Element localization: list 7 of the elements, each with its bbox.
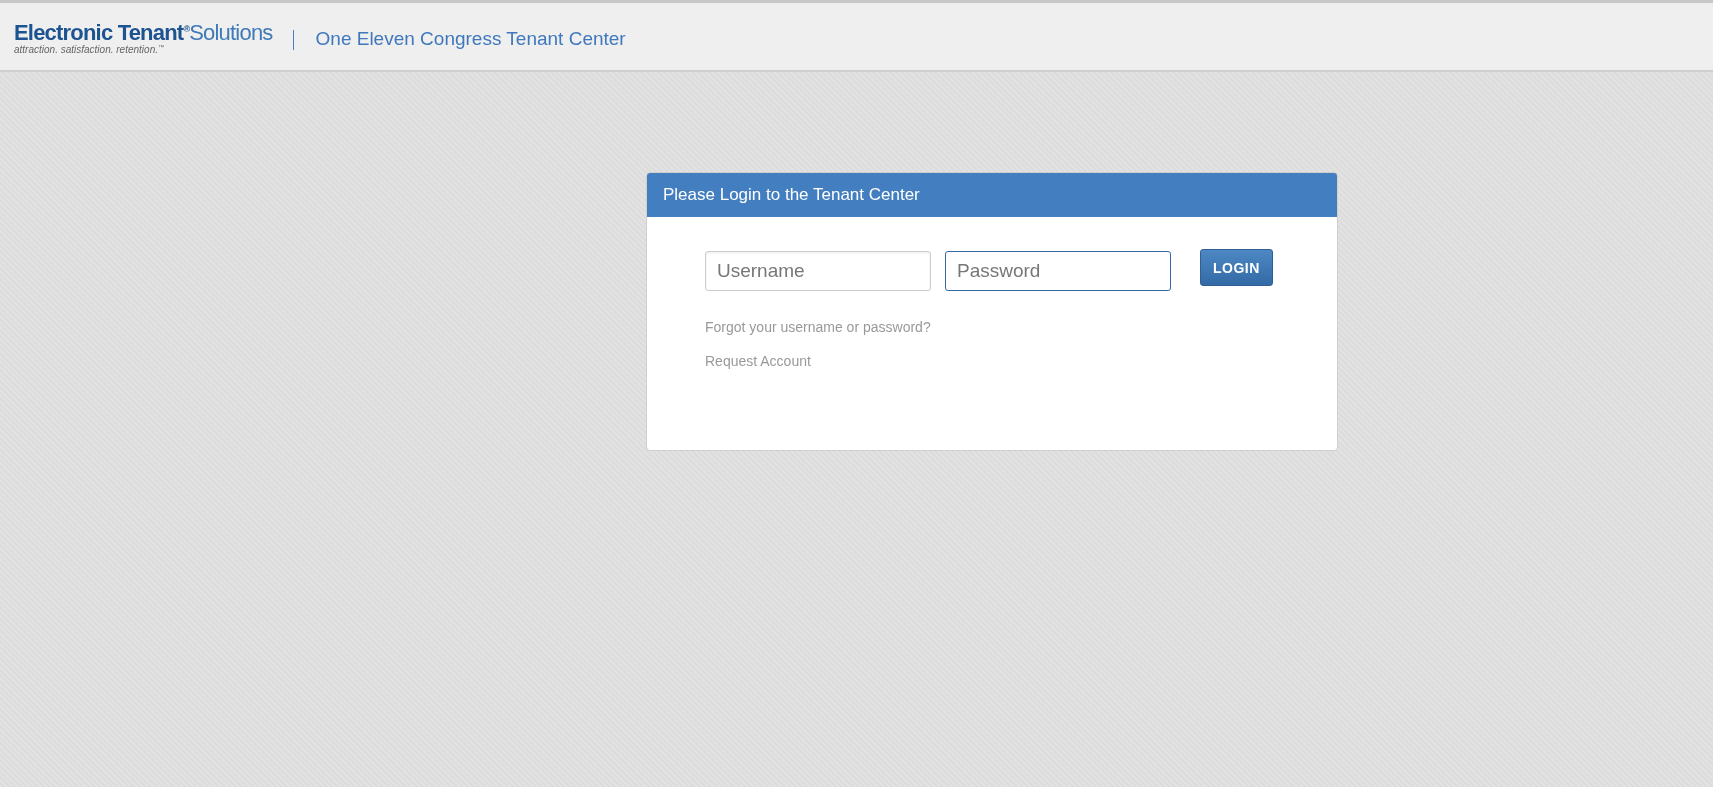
link[interactable]: Forgot your username or password?: [705, 319, 931, 335]
logo[interactable]: Electronic Tenant$^{®}$Solutions attraction. satisfaction. retention.$^{™}$: [14, 17, 273, 56]
link[interactable]: Request Account: [705, 353, 811, 369]
login-button[interactable]: LOGIN: [1200, 249, 1273, 286]
panel-title: Please Login to the Tenant Center: [647, 173, 1337, 217]
site-title: One Eleven Congress Tenant Center: [315, 27, 626, 50]
input-field[interactable]: Password: [945, 251, 1171, 291]
